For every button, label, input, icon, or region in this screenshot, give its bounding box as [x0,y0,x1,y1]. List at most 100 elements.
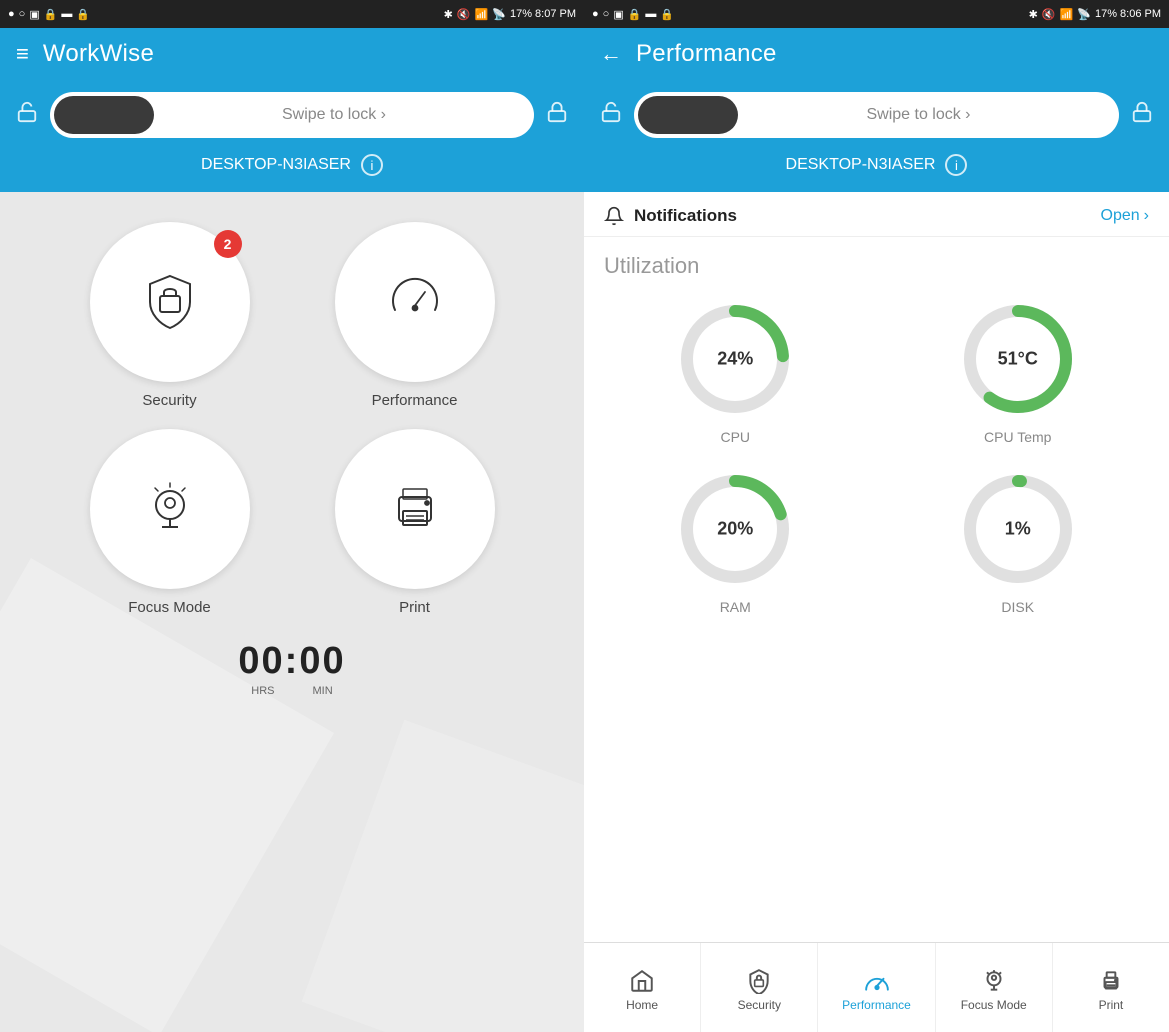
security-button[interactable]: 2 Security [62,222,277,409]
r-battery-text: 17% 8:06 PM [1095,8,1161,20]
r-circle-icon: ○ [603,8,610,20]
r-image-icon: ▣ [613,8,623,21]
home-nav-icon [629,968,655,994]
lock2-status-icon: 🔒 [76,8,90,21]
r-lock-status-icon: 🔒 [628,8,642,21]
nav-performance[interactable]: Performance [818,943,935,1032]
performance-nav-label: Performance [842,998,911,1012]
security-circle: 2 [90,222,250,382]
right-app-title: Performance [636,40,777,68]
notifications-left: Notifications [604,206,737,226]
disk-item: 1% DISK [887,469,1150,615]
nav-security[interactable]: Security [701,943,818,1032]
right-main-area: Notifications Open › Utilization 24% [584,192,1169,942]
right-header: ← Performance [584,28,1169,80]
security-nav-icon [746,968,772,994]
r-notification-icon: ● [592,8,599,20]
performance-label: Performance [372,392,458,409]
r-mute-icon: 🔇 [1042,8,1056,21]
left-swipe-bar[interactable]: Swipe to lock › [50,92,534,138]
notif-chevron: › [1144,207,1149,225]
left-status-bar: ● ○ ▣ 🔒 ▬ 🔒 ✱ 🔇 📶 📡 17% 8:07 PM [0,0,584,28]
r-card-icon: ▬ [645,8,656,20]
notification-icon: ● [8,8,15,20]
cpu-donut: 24% [675,299,795,419]
notifications-title: Notifications [634,206,737,226]
disk-donut: 1% [958,469,1078,589]
cpu-temp-label: CPU Temp [984,429,1051,445]
menu-icon[interactable]: ≡ [16,41,29,67]
open-label: Open [1101,207,1140,225]
right-status-bar: ● ○ ▣ 🔒 ▬ 🔒 ✱ 🔇 📶 📡 17% 8:06 PM [584,0,1169,28]
r-bluetooth-icon: ✱ [1029,8,1038,21]
right-panel: ● ○ ▣ 🔒 ▬ 🔒 ✱ 🔇 📶 📡 17% 8:06 PM ← Perfor… [584,0,1169,1032]
right-lock-closed-icon [1131,101,1153,129]
right-status-icons: ● ○ ▣ 🔒 ▬ 🔒 [592,8,674,21]
ram-donut: 20% [675,469,795,589]
notifications-open[interactable]: Open › [1101,207,1149,225]
timer-labels: HRS MIN [238,685,345,697]
ram-item: 20% RAM [604,469,867,615]
left-device-name: DESKTOP-N3IASER [201,156,351,174]
image-icon: ▣ [29,8,39,21]
right-swipe-text: Swipe to lock › [738,106,1115,124]
left-info-icon[interactable]: i [361,154,383,176]
print-button[interactable]: Print [307,429,522,616]
bluetooth-icon: ✱ [444,8,453,21]
cpu-item: 24% CPU [604,299,867,445]
battery-text: 17% 8:07 PM [510,8,576,20]
utilization-grid: 24% CPU 51°C CPU Temp [604,299,1149,615]
focus-icon [138,477,202,541]
mute-icon: 🔇 [457,8,471,21]
bell-icon [604,206,624,226]
r-signal-icon: 📡 [1077,8,1091,21]
utilization-title: Utilization [604,253,1149,279]
hrs-label: HRS [251,685,274,697]
cpu-value: 24% [717,349,753,370]
cpu-temp-donut: 51°C [958,299,1078,419]
right-info-icon[interactable]: i [945,154,967,176]
ram-value: 20% [717,519,753,540]
security-badge: 2 [214,230,242,258]
ram-label: RAM [720,599,751,615]
right-swipe-area: Swipe to lock › [584,80,1169,154]
nav-print[interactable]: Print [1053,943,1169,1032]
security-nav-label: Security [738,998,781,1012]
wifi-icon: 📶 [475,8,489,21]
right-device-name: DESKTOP-N3IASER [786,156,936,174]
performance-circle [335,222,495,382]
right-swipe-knob [638,96,738,134]
focus-circle [90,429,250,589]
cpu-temp-item: 51°C CPU Temp [887,299,1150,445]
print-nav-icon [1098,968,1124,994]
nav-focus-mode[interactable]: Focus Mode [936,943,1053,1032]
bottom-nav: Home Security Performance [584,942,1169,1032]
left-lock-closed-icon [546,101,568,129]
left-lock-open-icon [16,101,38,129]
left-swipe-text: Swipe to lock › [154,106,530,124]
lock-status-icon: 🔒 [44,8,58,21]
performance-button[interactable]: Performance [307,222,522,409]
focus-mode-button[interactable]: Focus Mode [62,429,277,616]
signal-icon: 📡 [492,8,506,21]
nav-home[interactable]: Home [584,943,701,1032]
left-swipe-area: Swipe to lock › [0,80,584,154]
performance-nav-icon [864,968,890,994]
card-icon: ▬ [61,8,72,20]
left-panel: ● ○ ▣ 🔒 ▬ 🔒 ✱ 🔇 📶 📡 17% 8:07 PM ≡ WorkWi… [0,0,584,1032]
right-swipe-bar[interactable]: Swipe to lock › [634,92,1119,138]
print-label: Print [399,599,430,616]
home-nav-label: Home [626,998,658,1012]
right-device-row: DESKTOP-N3IASER i [584,154,1169,192]
print-circle [335,429,495,589]
performance-icon [383,270,447,334]
left-main-area: 2 Security Performance [0,192,584,1032]
back-icon[interactable]: ← [600,41,622,67]
timer-value: 00:00 [238,640,345,683]
print-nav-label: Print [1099,998,1124,1012]
left-app-title: WorkWise [43,40,154,68]
utilization-section: Utilization 24% CPU [584,237,1169,631]
left-device-row: DESKTOP-N3IASER i [0,154,584,192]
cpu-label: CPU [720,429,750,445]
right-lock-open-icon [600,101,622,129]
